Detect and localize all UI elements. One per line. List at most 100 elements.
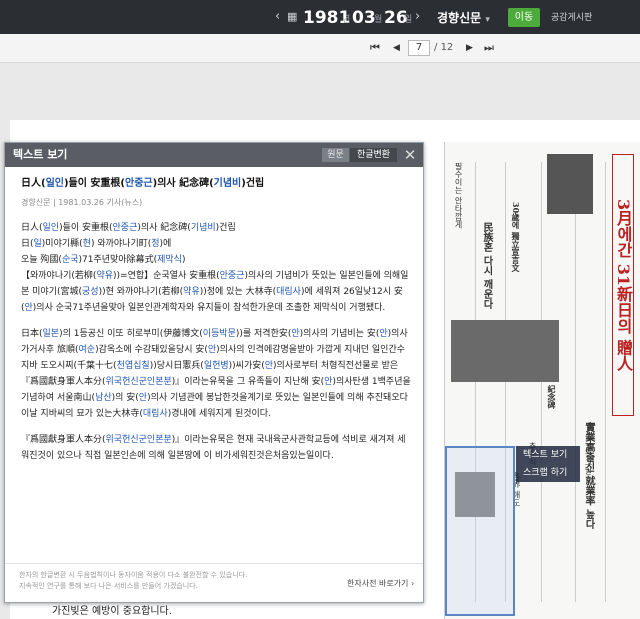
article-text-segment: ) — [181, 255, 186, 265]
article-text-segment: )의사 紀念碑( — [137, 223, 191, 233]
hangul-reading: 천엽십칠 — [116, 361, 150, 371]
article-text-segment: 日( — [21, 239, 34, 249]
hangul-reading: 일본 — [42, 329, 60, 339]
article-text-segment: 오늘 殉國( — [21, 255, 62, 265]
move-button[interactable]: 이동 — [508, 8, 540, 27]
article-text-segment: )경내에 세워지게 된것이다. — [167, 409, 271, 419]
hangul-reading: 위국헌신군인본분 — [105, 377, 172, 387]
article-text-segment: )들이 安重根( — [63, 178, 126, 189]
hangul-reading: 안 — [138, 393, 148, 403]
portrait-photo — [547, 154, 593, 214]
article-text-segment: ) 와까야나기町( — [90, 239, 152, 249]
calendar-icon[interactable]: ▦ — [287, 0, 297, 34]
close-icon[interactable]: ✕ — [401, 146, 419, 164]
last-page-icon[interactable]: ⏭ — [484, 34, 494, 62]
original-text-button[interactable]: 원문 — [322, 148, 349, 162]
page-separator: / — [434, 42, 438, 53]
article-headline: 30歲에 獨立宣言文 — [511, 202, 521, 272]
hangul-reading: 안 — [291, 329, 300, 339]
conversion-note-line: 지속적인 연구를 통해 보다 나은 서비스를 만들어 가겠습니다. — [19, 582, 198, 590]
hangul-reading: 약유 — [183, 287, 200, 297]
hangul-reading: 기념비 — [213, 178, 242, 189]
hangul-reading: 안중근 — [112, 223, 138, 233]
dialog-title: 텍스트 보기 — [13, 148, 68, 161]
page-total: / 12 — [434, 34, 453, 62]
article-text-segment: 日人( — [21, 178, 46, 189]
article-text-segment: 日本( — [21, 329, 43, 339]
column-rule — [575, 162, 576, 602]
hangul-reading: 위국헌신군인본분 — [105, 435, 172, 445]
red-headline: 3月에간 31新日의 贈人 — [612, 154, 634, 416]
article-text-segment: )의사 순국71주년을맞아 일본인관계학자와 유지들이 참석한가운데 조촐한 제… — [32, 303, 386, 313]
bottom-text: 가진빚은 예방이 중요합니다. — [52, 606, 172, 617]
ceremony-photo — [451, 320, 559, 382]
chevron-down-icon: ▾ — [485, 15, 490, 25]
dialog-header: 텍스트 보기 원문 한글변환 ✕ — [5, 143, 423, 167]
dialog-footer: 한자의 한글변환 시 두음법칙이나 동자이음 적용이 다소 불완전할 수 있습니… — [5, 563, 423, 603]
hangul-reading: 현 — [82, 239, 91, 249]
article-paragraph: 日人(일인)들이 安重根(안중근)의사 紀念碑(기념비)건립 日(일)미야기縣(현… — [21, 220, 413, 316]
current-page-input[interactable]: 7 — [408, 40, 430, 56]
hangul-reading: 여순 — [78, 345, 96, 355]
hangul-reading: 순국 — [61, 255, 79, 265]
next-page-icon[interactable]: ▶ — [466, 34, 473, 62]
conversion-note: 한자의 한글변환 시 두음법칙이나 동자이음 적용이 다소 불완전할 수 있습니… — [19, 570, 247, 592]
article-text-segment: ))를 저격한安( — [235, 329, 292, 339]
hangul-reading: 일헌병 — [203, 361, 229, 371]
article-context-menu: 텍스트 보기 스크랩 하기 — [516, 446, 580, 482]
hangul-reading: 대림사 — [276, 287, 301, 297]
context-menu-scrap[interactable]: 스크랩 하기 — [516, 464, 580, 482]
hangul-reading: 기념비 — [190, 223, 216, 233]
article-selection-frame[interactable] — [445, 446, 515, 616]
article-text-segment: )의사 紀念碑( — [152, 178, 214, 189]
previous-date-icon[interactable]: ‹ — [275, 0, 280, 34]
hanja-dictionary-link[interactable]: 한자사전 바로가기 › — [347, 578, 414, 589]
article-headline: 日人(일인)들이 安重根(안중근)의사 紀念碑(기념비)건립 — [21, 177, 413, 191]
article-text-segment: ))현 와까야나기(若柳( — [98, 287, 184, 297]
korean-conversion-button[interactable]: 한글변환 — [350, 148, 397, 162]
article-text-segment: )미야기縣( — [41, 239, 83, 249]
column-rule — [541, 162, 542, 602]
article-text: 필수이는 안타깝게 — [454, 162, 463, 229]
next-date-icon[interactable]: › — [415, 0, 420, 34]
column-rule — [605, 162, 606, 602]
hangul-reading: 이등박문 — [202, 329, 236, 339]
previous-page-icon[interactable]: ◀ — [393, 34, 400, 62]
article-text-segment: 日人( — [21, 223, 43, 233]
hangul-reading: 안 — [24, 303, 33, 313]
dialog-body: 日人(일인)들이 安重根(안중근)의사 紀念碑(기념비)건립 경향신문 | 19… — [21, 177, 413, 474]
hangul-reading: 제막식 — [157, 255, 182, 265]
hangul-reading: 대림사 — [142, 409, 168, 419]
hangul-reading: 일인 — [45, 178, 64, 189]
hangul-reading: 정 — [151, 239, 160, 249]
hangul-reading: 남산 — [95, 393, 112, 403]
month-value[interactable]: 03 — [352, 0, 376, 36]
hangul-reading: 안 — [379, 329, 388, 339]
conversion-note-line: 한자의 한글변환 시 두음법칙이나 동자이음 적용이 다소 불완전할 수 있습니… — [19, 571, 248, 579]
context-menu-text-view[interactable]: 텍스트 보기 — [516, 446, 580, 464]
newspaper-select[interactable]: 경향신문 ▾ — [437, 0, 490, 38]
article-text-segment: ))정에 있는 大林寺( — [199, 287, 277, 297]
hangul-reading: 안중근 — [219, 271, 245, 281]
article-text-segment: 『爲國獻身軍人本分( — [21, 435, 106, 445]
hangul-reading: 궁성 — [82, 287, 99, 297]
hangul-reading: 일 — [33, 239, 42, 249]
article-text-segment: )에 — [159, 239, 172, 249]
article-text-segment: )의 1등공신 이또 히로부미(伊藤博文( — [59, 329, 203, 339]
article-paragraph: 『爲國獻身軍人本分(위국헌신군인본분)』이라는유묵은 현재 국내육군사관학교등에… — [21, 432, 413, 464]
hangul-reading: 안 — [207, 345, 217, 355]
article-paragraph: 日本(일본)의 1등공신 이또 히로부미(伊藤博文(이등박문))를 저격한安(안… — [21, 326, 413, 422]
article-text-segment: ))=연합】순국열사 安重根( — [113, 271, 220, 281]
article-text: 순국의 그날 — [584, 432, 593, 475]
article-text-segment: )의 安( — [111, 393, 139, 403]
hangul-reading: 안중근 — [125, 178, 153, 189]
hangul-reading: 안 — [264, 361, 274, 371]
first-page-icon[interactable]: ⏮ — [370, 34, 380, 62]
newspaper-name: 경향신문 — [437, 11, 482, 25]
article-text-segment: ))씨가安( — [228, 361, 265, 371]
text-view-dialog: 텍스트 보기 원문 한글변환 ✕ 日人(일인)들이 安重根(안중근)의사 紀念碑… — [4, 142, 424, 603]
article-text-segment: )』이라는유묵을 그 유족들이 지난해 安( — [171, 377, 325, 387]
article-text-segment: )들이 安重根( — [59, 223, 113, 233]
article-text-segment: )감옥소에 수감돼있을당시 安( — [95, 345, 208, 355]
board-link[interactable]: 공감게시판 — [551, 0, 592, 36]
